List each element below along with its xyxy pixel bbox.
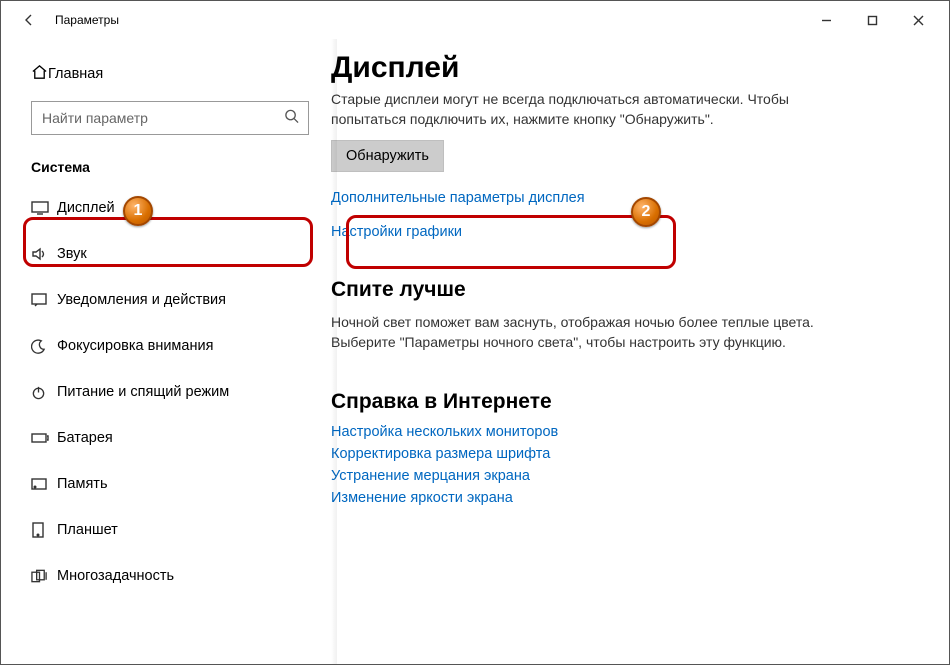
sidebar-item-focus[interactable]: Фокусировка внимания [1,323,331,369]
sidebar-item-power[interactable]: Питание и спящий режим [1,369,331,415]
battery-icon [31,432,57,444]
sidebar-item-notifications[interactable]: Уведомления и действия [1,277,331,323]
sidebar-item-label: Звук [57,246,87,262]
advanced-display-link[interactable]: Дополнительные параметры дисплея [331,190,929,206]
annotation-badge-2: 2 [631,197,661,227]
titlebar: Параметры [1,1,949,39]
moon-icon [31,339,57,354]
content-pane: Дисплей Старые дисплеи могут не всегда п… [331,39,949,664]
sidebar-item-label: Фокусировка внимания [57,338,213,354]
close-button[interactable] [895,4,941,36]
sleep-heading: Спите лучше [331,278,929,302]
back-button[interactable] [11,2,47,38]
detect-button[interactable]: Обнаружить [331,140,444,172]
annotation-badge-1: 1 [123,196,153,226]
help-link-monitors[interactable]: Настройка нескольких мониторов [331,424,929,440]
window-title: Параметры [55,13,119,27]
sidebar-item-label: Питание и спящий режим [57,384,229,400]
sidebar-item-multitask[interactable]: Многозадачность [1,553,331,599]
sleep-description: Ночной свет поможет вам заснуть, отображ… [331,312,851,353]
help-link-fontsize[interactable]: Корректировка размера шрифта [331,446,929,462]
tablet-icon [31,522,57,538]
detect-description: Старые дисплеи могут не всегда подключат… [331,89,851,130]
graphics-settings-link[interactable]: Настройки графики [331,224,929,240]
monitor-icon [31,201,57,215]
home-nav[interactable]: Главная [1,53,331,95]
sidebar-item-storage[interactable]: Память [1,461,331,507]
sidebar-item-label: Батарея [57,430,113,446]
search-icon [284,109,299,128]
group-title: Система [1,143,331,185]
sidebar: Главная Система Дисплей Звук [1,39,331,664]
home-label: Главная [48,66,103,82]
page-title: Дисплей [331,51,929,85]
sidebar-item-label: Память [57,476,108,492]
sidebar-item-label: Планшет [57,522,118,538]
sidebar-item-battery[interactable]: Батарея [1,415,331,461]
multitask-icon [31,569,57,583]
notification-icon [31,293,57,307]
sidebar-item-label: Многозадачность [57,568,174,584]
power-icon [31,385,57,400]
maximize-button[interactable] [849,4,895,36]
help-link-brightness[interactable]: Изменение яркости экрана [331,490,929,506]
storage-icon [31,478,57,490]
sidebar-item-sound[interactable]: Звук [1,231,331,277]
search-wrap [31,101,309,135]
search-input[interactable] [31,101,309,135]
sidebar-item-label: Уведомления и действия [57,292,226,308]
help-link-flicker[interactable]: Устранение мерцания экрана [331,468,929,484]
speaker-icon [31,246,57,262]
minimize-button[interactable] [803,4,849,36]
home-icon [31,64,48,85]
sidebar-item-display[interactable]: Дисплей [1,185,331,231]
help-heading: Справка в Интернете [331,390,929,414]
sidebar-item-tablet[interactable]: Планшет [1,507,331,553]
sidebar-item-label: Дисплей [57,200,115,216]
